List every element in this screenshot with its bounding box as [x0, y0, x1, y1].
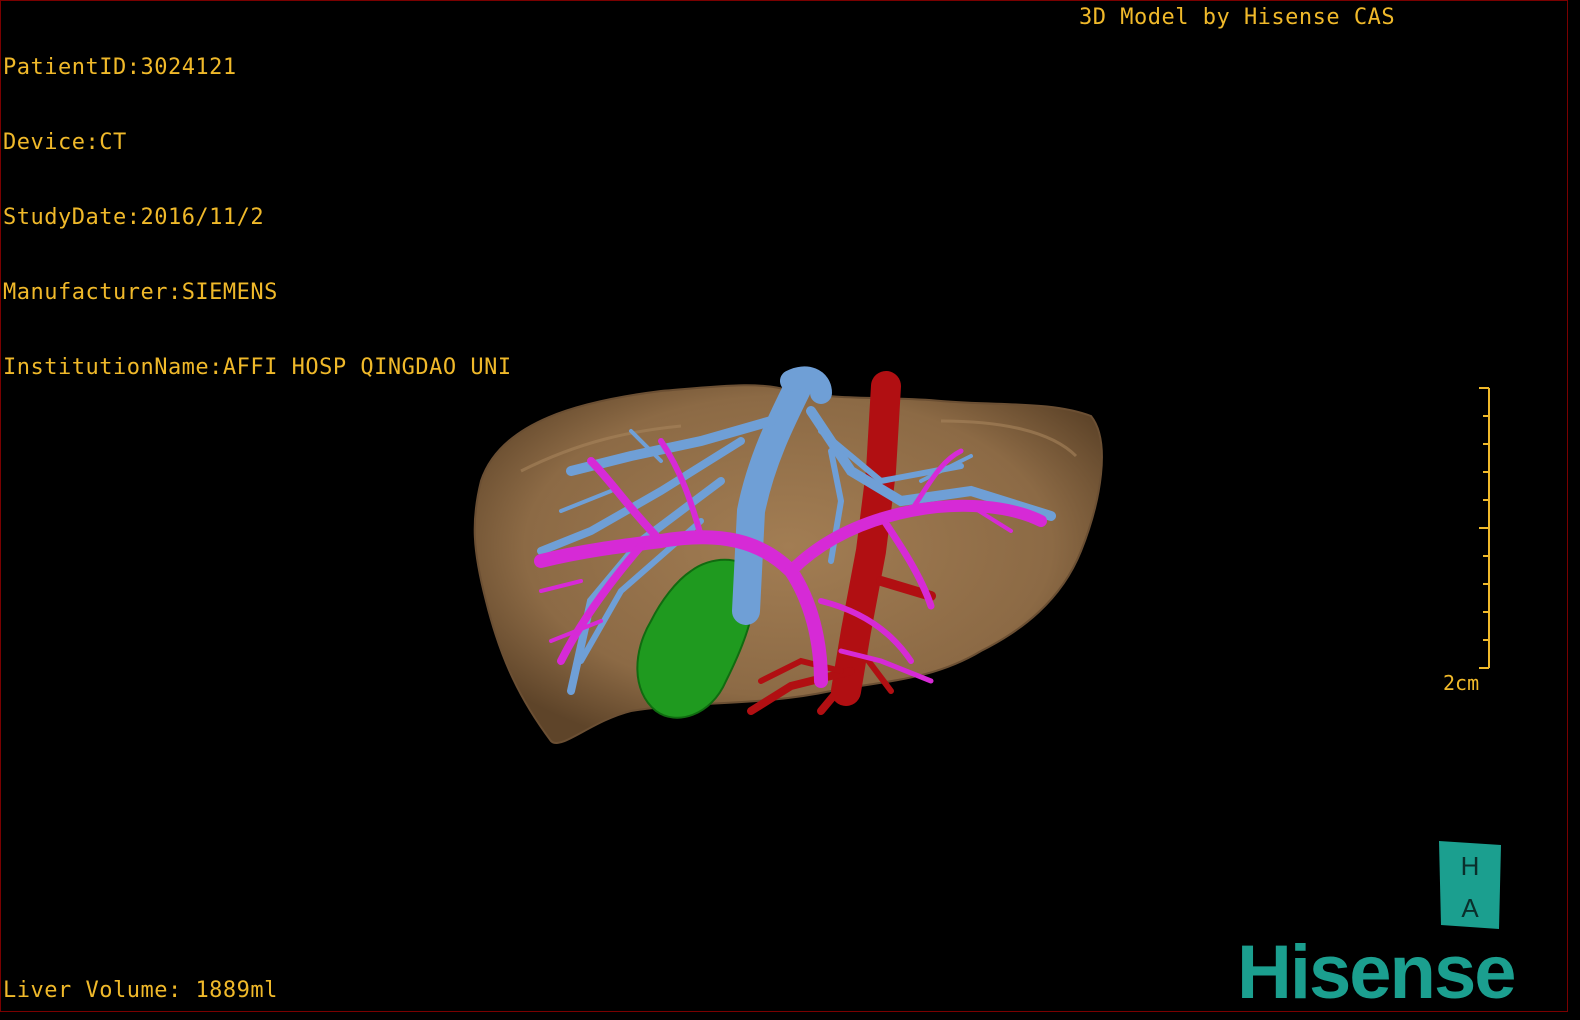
hisense-logo: Hisense	[1237, 930, 1516, 1012]
ha-badge-logo: H A	[1439, 841, 1501, 929]
model-credit: 3D Model by Hisense CAS	[1079, 5, 1396, 30]
manufacturer-line: Manufacturer:SIEMENS	[3, 280, 278, 305]
device-value: CT	[99, 130, 127, 155]
liver-volume-value: 1889ml	[195, 978, 278, 1003]
device-line: Device:CT	[3, 130, 127, 155]
liver-volume: Liver Volume: 1889ml	[3, 978, 278, 1003]
ha-badge-bottom: A	[1461, 893, 1479, 923]
3d-viewport[interactable]: PatientID:3024121 Device:CT StudyDate:20…	[0, 0, 1568, 1012]
patient-id-value: 3024121	[140, 55, 237, 80]
study-date-value: 2016/11/2	[140, 205, 265, 230]
manufacturer-value: SIEMENS	[181, 280, 278, 305]
scale-label: 2cm	[1443, 671, 1480, 695]
liver-volume-label: Liver Volume:	[3, 978, 196, 1003]
liver-3d-model[interactable]	[461, 361, 1121, 751]
study-date-line: StudyDate:2016/11/2	[3, 205, 265, 230]
scale-bar	[1479, 387, 1490, 669]
patient-id-line: PatientID:3024121	[3, 55, 237, 80]
ha-badge-top: H	[1461, 851, 1480, 881]
dicom-metadata: PatientID:3024121 Device:CT StudyDate:20…	[3, 5, 512, 430]
institution-line: InstitutionName:AFFI HOSP QINGDAO UNI	[3, 355, 512, 380]
